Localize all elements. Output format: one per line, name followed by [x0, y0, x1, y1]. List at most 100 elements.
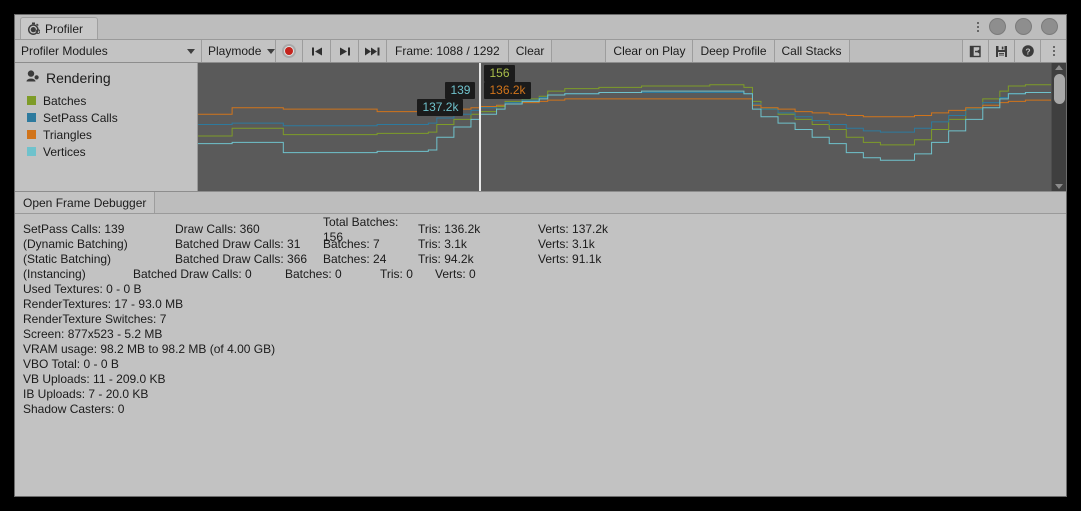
tooltip-vertices: 137.2k	[417, 99, 464, 116]
legend-item-setpass-calls[interactable]: SetPass Calls	[23, 109, 197, 126]
clear-on-play-toggle[interactable]: Clear on Play	[606, 40, 694, 62]
record-icon	[282, 44, 296, 58]
load-profile-icon	[969, 45, 981, 57]
profiler-window: Profiler Profiler Modules Playmode Frame…	[14, 14, 1067, 497]
kebab-menu-icon	[1052, 43, 1056, 59]
skip-forward-icon	[339, 47, 350, 55]
stat-cell: Verts: 91.1k	[538, 252, 602, 266]
window-controls	[976, 18, 1058, 35]
stopwatch-icon	[27, 22, 41, 35]
last-frame-button[interactable]	[359, 40, 387, 62]
skip-back-icon	[311, 47, 322, 55]
stat-cell: Batches: 7	[323, 237, 380, 251]
scroll-down-arrow-icon[interactable]	[1055, 184, 1063, 189]
scrollbar-thumb[interactable]	[1053, 74, 1065, 104]
window-button-maximize[interactable]	[1015, 18, 1032, 35]
legend-label: Vertices	[43, 144, 86, 159]
save-profile-icon	[996, 45, 1007, 57]
stat-cell: Verts: 137.2k	[538, 222, 609, 236]
module-header-rendering[interactable]: Rendering	[23, 69, 197, 86]
legend-swatch	[27, 130, 36, 139]
frame-cursor-line[interactable]	[479, 63, 482, 191]
rendering-graph[interactable]: 156 139 136.2k 137.2k	[198, 63, 1051, 191]
record-button[interactable]	[276, 40, 303, 62]
stats-panel: Open Frame Debugger SetPass Calls: 139 D…	[15, 192, 1066, 496]
tooltip-triangles: 136.2k	[484, 82, 531, 99]
stat-line: VB Uploads: 11 - 209.0 KB	[23, 372, 166, 386]
stat-line: IB Uploads: 7 - 20.0 KB	[23, 387, 149, 401]
stat-cell: SetPass Calls: 139	[23, 222, 125, 236]
scroll-up-arrow-icon[interactable]	[1055, 65, 1063, 70]
window-titlebar: Profiler	[15, 15, 1066, 40]
stat-line: Used Textures: 0 - 0 B	[23, 282, 142, 296]
tab-profiler[interactable]: Profiler	[20, 17, 99, 39]
series-line-batches	[198, 85, 1051, 145]
legend-swatch	[27, 147, 36, 156]
stats-row: (Dynamic Batching) Batched Draw Calls: 3…	[23, 237, 1066, 252]
tab-label: Profiler	[45, 21, 84, 36]
skip-to-end-icon	[365, 47, 380, 55]
series-line-triangles	[198, 99, 1051, 117]
chart-region: Rendering Batches SetPass Calls Triangle…	[15, 63, 1066, 192]
stat-line: VRAM usage: 98.2 MB to 98.2 MB (of 4.00 …	[23, 342, 276, 356]
stat-cell: Tris: 0	[380, 267, 413, 281]
legend-swatch	[27, 113, 36, 122]
chart-vertical-scrollbar[interactable]	[1051, 63, 1066, 191]
stat-cell: (Instancing)	[23, 267, 86, 281]
stat-cell: Tris: 136.2k	[418, 222, 481, 236]
legend-swatch	[27, 96, 36, 105]
clear-button[interactable]: Clear	[508, 40, 553, 62]
stat-cell: Verts: 0	[435, 267, 476, 281]
next-frame-button[interactable]	[331, 40, 359, 62]
legend-list: Batches SetPass Calls Triangles Vertices	[23, 92, 197, 160]
legend-item-vertices[interactable]: Vertices	[23, 143, 197, 160]
stat-cell: Draw Calls: 360	[175, 222, 260, 236]
profiler-options-button[interactable]	[1041, 40, 1066, 62]
window-button-minimize[interactable]	[989, 18, 1006, 35]
stats-body: SetPass Calls: 139 Draw Calls: 360 Total…	[15, 214, 1066, 417]
deep-profile-toggle[interactable]: Deep Profile	[693, 40, 775, 62]
toolbar-gap	[552, 40, 607, 62]
call-stacks-toggle[interactable]: Call Stacks	[774, 40, 850, 62]
chevron-down-icon	[267, 48, 276, 54]
stat-line: RenderTexture Switches: 7	[23, 312, 167, 326]
stat-cell: Tris: 94.2k	[418, 252, 474, 266]
help-icon: ?	[1021, 45, 1034, 57]
stat-cell: (Dynamic Batching)	[23, 237, 128, 251]
stat-cell: Batches: 0	[285, 267, 342, 281]
stat-cell: Tris: 3.1k	[418, 237, 467, 251]
stat-line: Shadow Casters: 0	[23, 402, 125, 416]
stat-cell: (Static Batching)	[23, 252, 112, 266]
profiler-modules-label: Profiler Modules	[21, 44, 108, 58]
stat-cell: Batched Draw Calls: 366	[175, 252, 308, 266]
kebab-menu-icon[interactable]	[976, 19, 980, 35]
rendering-icon	[25, 69, 40, 86]
save-profile-button[interactable]	[989, 40, 1015, 62]
open-frame-debugger-button[interactable]: Open Frame Debugger	[15, 192, 156, 213]
help-button[interactable]: ?	[1015, 40, 1041, 62]
stat-cell: Verts: 3.1k	[538, 237, 595, 251]
stats-row-instancing: (Instancing) Batched Draw Calls: 0 Batch…	[23, 267, 1066, 282]
stats-row: SetPass Calls: 139 Draw Calls: 360 Total…	[23, 215, 1066, 244]
window-button-close[interactable]	[1041, 18, 1058, 35]
stat-line: VBO Total: 0 - 0 B	[23, 357, 119, 371]
tooltip-setpass-calls: 139	[445, 82, 476, 99]
chevron-down-icon	[187, 48, 195, 54]
frame-counter: Frame: 1088 / 1292	[387, 40, 509, 62]
svg-text:?: ?	[1025, 46, 1030, 56]
stat-cell: Batched Draw Calls: 0	[133, 267, 252, 281]
first-frame-button[interactable]	[303, 40, 331, 62]
module-title: Rendering	[46, 69, 111, 86]
load-profile-button[interactable]	[963, 40, 989, 62]
legend-item-batches[interactable]: Batches	[23, 92, 197, 109]
profiler-toolbar: Profiler Modules Playmode Frame: 1088 / …	[15, 40, 1066, 63]
profiler-modules-dropdown[interactable]: Profiler Modules	[15, 40, 202, 62]
legend-item-triangles[interactable]: Triangles	[23, 126, 197, 143]
screenshot-root: Profiler Profiler Modules Playmode Frame…	[0, 0, 1081, 511]
stat-cell: Batches: 24	[323, 252, 387, 266]
stats-row: (Static Batching) Batched Draw Calls: 36…	[23, 252, 1066, 267]
stat-line: RenderTextures: 17 - 93.0 MB	[23, 297, 184, 311]
legend-label: Batches	[43, 93, 87, 108]
playmode-dropdown[interactable]: Playmode	[202, 40, 276, 62]
toolbar-spacer	[849, 40, 963, 62]
